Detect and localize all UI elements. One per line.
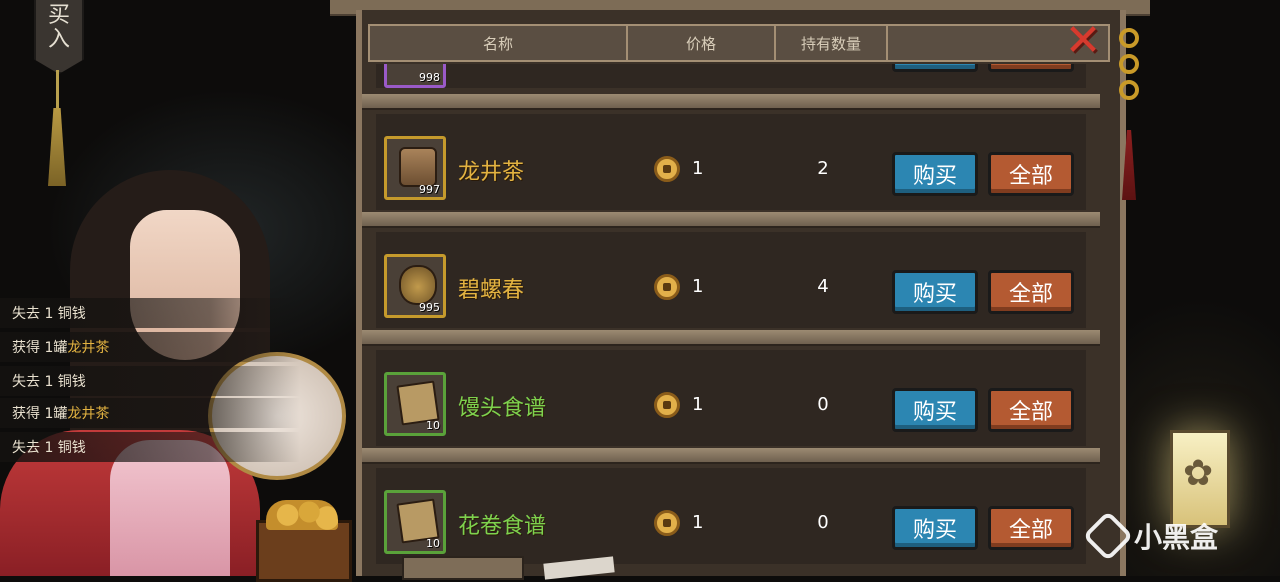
item-list[interactable]: 998 997 龙井茶 1 2 购买 全部 995 碧螺春 1 4 购买 全部 (362, 64, 1114, 576)
copper-coin-icon (654, 510, 680, 536)
copper-coin-icon (654, 156, 680, 182)
coin-pile-icon (266, 500, 338, 530)
shop-item-row: 10 花卷食谱 1 0 购买 全部 (362, 468, 1102, 564)
hanging-rings-icon (1114, 28, 1144, 128)
buy-button[interactable]: 购买 (892, 152, 978, 196)
item-owned: 0 (817, 512, 829, 533)
log-entry: 获得 1罐 龙井茶 (0, 398, 300, 428)
buy-button[interactable] (892, 64, 978, 72)
item-count: 997 (419, 183, 440, 196)
banner-text: 买 入 (47, 3, 70, 52)
copper-coin-icon (654, 392, 680, 418)
log-text: 失去 1 铜钱 (12, 306, 86, 322)
buy-button[interactable]: 购买 (892, 388, 978, 432)
log-entry: 失去 1 铜钱 (0, 366, 300, 396)
log-text: 获得 1罐 (12, 406, 68, 422)
lantern-icon: ✿ (1170, 430, 1230, 528)
row-background (376, 64, 1086, 88)
watermark-logo-icon (1082, 510, 1134, 562)
all-button[interactable] (988, 64, 1074, 72)
item-price: 1 (692, 512, 704, 533)
shelf (362, 330, 1100, 346)
item-slot[interactable]: 998 (384, 64, 446, 88)
abacus-icon (402, 556, 524, 580)
item-name: 馒头食谱 (458, 396, 547, 421)
item-price: 1 (692, 394, 704, 415)
item-count: 998 (419, 71, 440, 84)
shelf (362, 448, 1100, 464)
header-price: 价格 (628, 26, 776, 60)
lantern-branch-icon: ✿ (1183, 453, 1214, 494)
shop-item-row: 10 馒头食谱 1 0 购买 全部 (362, 350, 1102, 446)
banner-cord (56, 70, 59, 110)
shop-header: 名称 价格 持有数量 (368, 24, 1110, 62)
item-slot[interactable]: 995 (384, 254, 446, 318)
header-name: 名称 (370, 26, 628, 60)
item-owned: 2 (817, 158, 829, 179)
all-button[interactable]: 全部 (988, 506, 1074, 550)
item-count: 10 (426, 419, 440, 432)
item-slot[interactable]: 10 (384, 372, 446, 436)
tea-jar-icon (399, 265, 437, 305)
all-button[interactable]: 全部 (988, 388, 1074, 432)
log-text: 失去 1 铜钱 (12, 374, 86, 390)
log-item-name: 龙井茶 (67, 406, 110, 422)
log-item-name: 龙井茶 (67, 340, 110, 356)
watermark-text: 小黑盒 (1134, 521, 1219, 554)
shelf (362, 94, 1100, 110)
shelf (362, 212, 1100, 228)
item-slot[interactable]: 10 (384, 490, 446, 554)
buy-banner: 买 入 (34, 0, 84, 74)
buy-button[interactable]: 购买 (892, 270, 978, 314)
all-button[interactable]: 全部 (988, 270, 1074, 314)
watermark: 小黑盒 (1082, 510, 1219, 562)
item-owned: 4 (817, 276, 829, 297)
log-entry: 获得 1罐 龙井茶 (0, 332, 300, 362)
close-button[interactable]: ✕ (1062, 19, 1104, 63)
all-button[interactable]: 全部 (988, 152, 1074, 196)
shop-item-row: 995 碧螺春 1 4 购买 全部 (362, 232, 1102, 328)
item-price: 1 (692, 276, 704, 297)
header-owned: 持有数量 (776, 26, 888, 60)
item-owned: 0 (817, 394, 829, 415)
item-name: 龙井茶 (458, 160, 525, 185)
item-price: 1 (692, 158, 704, 179)
log-text: 获得 1罐 (12, 340, 68, 356)
log-entry: 失去 1 铜钱 (0, 298, 300, 328)
item-slot[interactable]: 997 (384, 136, 446, 200)
buy-button[interactable]: 购买 (892, 506, 978, 550)
copper-coin-icon (654, 274, 680, 300)
item-count: 10 (426, 537, 440, 550)
item-count: 995 (419, 301, 440, 314)
item-name: 碧螺春 (458, 278, 525, 303)
shop-item-row: 997 龙井茶 1 2 购买 全部 (362, 114, 1102, 210)
tea-can-icon (399, 147, 437, 187)
item-name: 花卷食谱 (458, 514, 547, 539)
log-entry: 失去 1 铜钱 (0, 432, 300, 462)
log-text: 失去 1 铜钱 (12, 440, 86, 456)
